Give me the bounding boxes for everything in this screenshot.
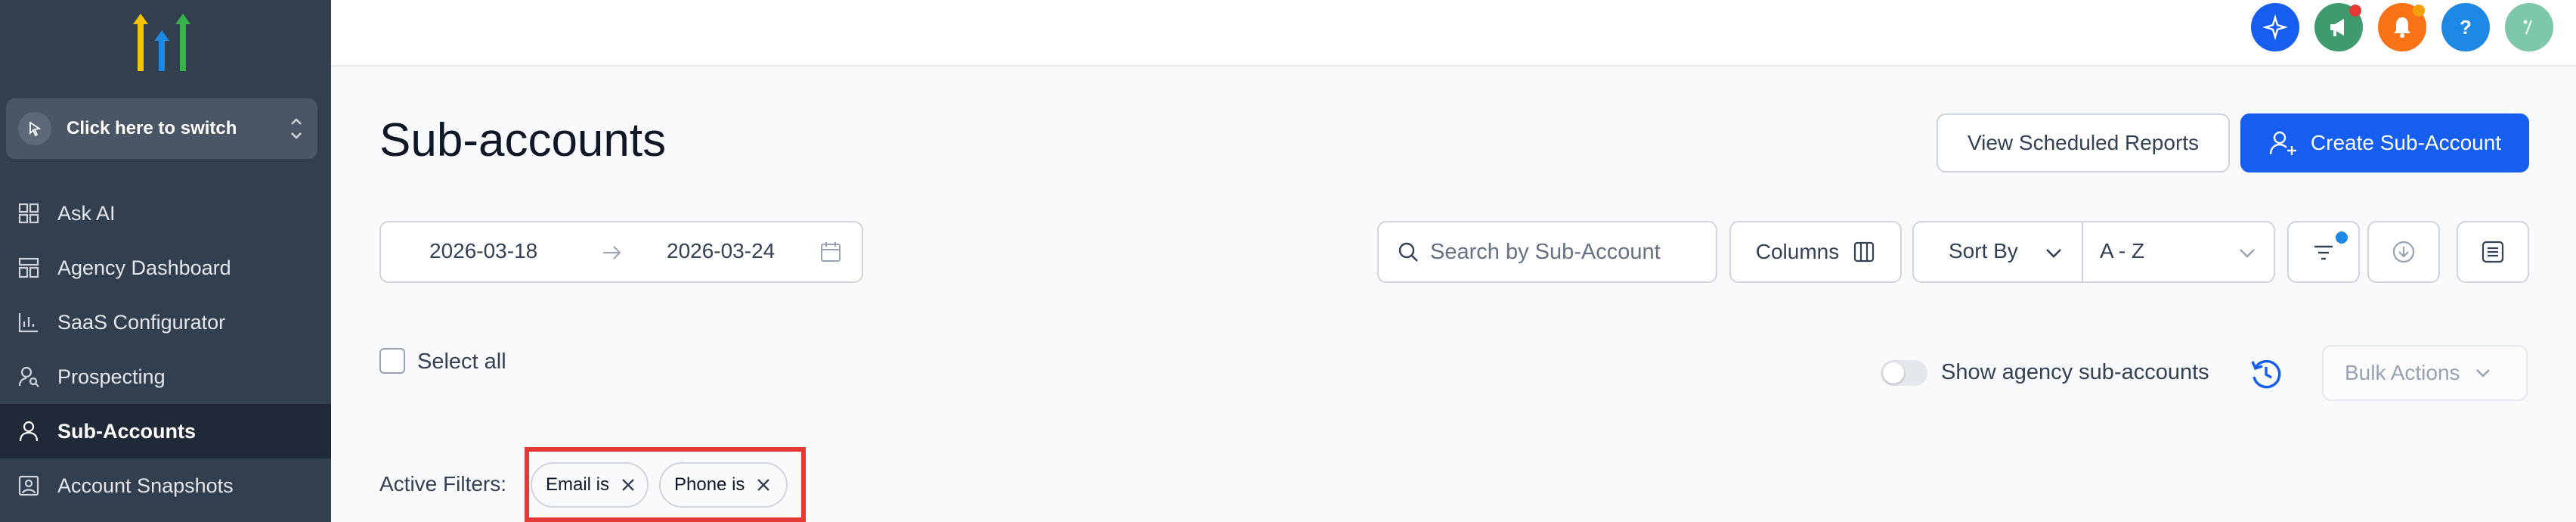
filter-icon — [2314, 245, 2333, 260]
view-scheduled-reports-button[interactable]: View Scheduled Reports — [1937, 113, 2230, 172]
grid-icon — [17, 201, 41, 225]
sidebar-item-label: SaaS Configurator — [57, 310, 226, 334]
search-input[interactable]: Search by Sub-Account — [1377, 221, 1717, 283]
notification-dot — [2349, 5, 2361, 17]
sidebar-item-label: Account Snapshots — [57, 474, 234, 497]
date-range-picker[interactable]: 2026-03-18 2026-03-24 — [379, 221, 863, 283]
select-all-label[interactable]: Select all — [417, 350, 506, 374]
pointer-click-icon — [18, 112, 51, 145]
bell-icon[interactable] — [2378, 3, 2426, 51]
switcher-label: Click here to switch — [67, 118, 237, 138]
sidebar-item-saas-configurator[interactable]: SaaS Configurator — [0, 295, 331, 350]
columns-button[interactable]: Columns — [1729, 221, 1902, 283]
svg-text:?: ? — [2460, 16, 2472, 39]
list-layout-icon — [2482, 241, 2504, 263]
columns-label: Columns — [1755, 240, 1840, 263]
close-icon[interactable] — [755, 477, 772, 493]
chevron-down-icon — [2240, 249, 2255, 258]
sidebar-item-label: Sub-Accounts — [57, 419, 197, 443]
account-switcher[interactable]: Click here to switch — [6, 98, 317, 159]
list-view-button[interactable] — [2457, 221, 2529, 283]
top-header: ? — [331, 0, 2576, 67]
create-sub-account-label: Create Sub-Account — [2310, 131, 2502, 154]
filter-chip-label: Phone is — [674, 474, 745, 495]
snapshot-icon — [17, 474, 41, 498]
sidebar-item-agency-dashboard[interactable]: Agency Dashboard — [0, 241, 331, 295]
date-end[interactable]: 2026-03-24 — [667, 239, 775, 263]
sidebar-item-sub-accounts[interactable]: Sub-Accounts — [0, 404, 331, 458]
sidebar: Click here to switch Ask AI Agency Dashb… — [0, 0, 331, 522]
sidebar-nav: Ask AI Agency Dashboard SaaS Configurato… — [0, 186, 331, 513]
sort-value-select[interactable]: A - Z — [2100, 239, 2144, 263]
bulk-actions-dropdown[interactable]: Bulk Actions — [2322, 345, 2528, 401]
notification-dot — [2413, 5, 2425, 17]
sparkle-icon[interactable] — [2251, 3, 2299, 51]
bar-chart-icon — [17, 310, 41, 334]
bulk-actions-label: Bulk Actions — [2345, 361, 2460, 384]
history-icon[interactable] — [2248, 356, 2284, 392]
add-user-icon — [2269, 131, 2296, 155]
arrow-right-icon — [603, 246, 621, 259]
page-title: Sub-accounts — [379, 114, 667, 166]
filter-chip-label: Email is — [546, 474, 610, 495]
chevron-down-icon — [2046, 249, 2061, 258]
download-button[interactable] — [2367, 221, 2440, 283]
show-agency-label: Show agency sub-accounts — [1941, 360, 2209, 384]
filter-chip-phone[interactable]: Phone is — [659, 462, 788, 508]
download-icon — [2392, 241, 2415, 263]
app-logo[interactable] — [124, 11, 200, 79]
active-filters-label: Active Filters: — [379, 472, 507, 496]
view-scheduled-reports-label: View Scheduled Reports — [1967, 131, 2200, 154]
user-search-icon — [17, 365, 41, 389]
search-icon — [1398, 242, 1418, 262]
avatar[interactable] — [2505, 3, 2553, 51]
sidebar-item-account-snapshots[interactable]: Account Snapshots — [0, 458, 331, 513]
chevron-updown-icon — [291, 118, 302, 139]
sort-by-label[interactable]: Sort By — [1949, 239, 2018, 263]
filter-active-dot — [2336, 231, 2348, 244]
megaphone-icon[interactable] — [2314, 3, 2363, 51]
sidebar-item-ask-ai[interactable]: Ask AI — [0, 186, 331, 241]
filter-chip-email[interactable]: Email is — [531, 462, 649, 508]
user-icon — [17, 419, 41, 443]
close-icon[interactable] — [620, 477, 636, 493]
date-start[interactable]: 2026-03-18 — [429, 239, 537, 263]
sort-control[interactable]: Sort By A - Z — [1912, 221, 2275, 283]
calendar-icon — [821, 242, 841, 262]
sidebar-item-label: Prospecting — [57, 365, 166, 388]
toggle-knob — [1883, 362, 1904, 384]
show-agency-toggle[interactable] — [1881, 360, 1927, 386]
columns-icon — [1854, 241, 1875, 263]
search-placeholder: Search by Sub-Account — [1430, 239, 1661, 264]
sidebar-item-label: Agency Dashboard — [57, 256, 231, 279]
sort-divider — [2082, 222, 2083, 281]
sidebar-item-label: Ask AI — [57, 201, 116, 225]
dashboard-icon — [17, 256, 41, 280]
create-sub-account-button[interactable]: Create Sub-Account — [2240, 113, 2529, 172]
help-icon[interactable]: ? — [2441, 3, 2490, 51]
sidebar-item-prospecting[interactable]: Prospecting — [0, 350, 331, 404]
chevron-down-icon — [2475, 369, 2490, 378]
filter-button[interactable] — [2287, 221, 2360, 283]
select-all-checkbox[interactable] — [379, 348, 405, 374]
